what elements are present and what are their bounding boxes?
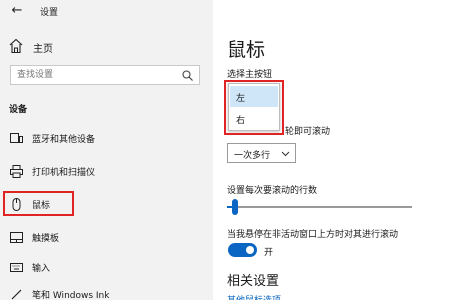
back-arrow-icon: ← [11, 3, 23, 18]
sidebar-item-label: 蓝牙和其他设备 [32, 135, 96, 145]
scroll-mode-dropdown[interactable]: 一次多行 [227, 143, 296, 163]
dropdown-highlight-box [224, 80, 284, 135]
scroll-lines-label: 设置每次要滚动的行数 [227, 186, 318, 196]
sidebar-item-label: 触摸板 [32, 234, 60, 244]
sidebar-item-label: 输入 [32, 264, 51, 274]
inactive-scroll-label: 当我悬停在非活动窗口上方时对其进行滚动 [227, 230, 399, 240]
sidebar-item-bluetooth[interactable]: 蓝牙和其他设备 [0, 127, 213, 151]
bluetooth-devices-icon [10, 133, 23, 143]
sidebar-item-input[interactable]: 输入 [0, 256, 213, 280]
home-label: 主页 [33, 44, 53, 55]
devices-group-heading: 设备 [9, 105, 28, 115]
touchpad-icon [10, 232, 23, 243]
scroll-setting-label: 轮即可滚动 [285, 127, 331, 137]
chevron-down-icon [281, 151, 290, 157]
window-title: 设置 [40, 8, 59, 18]
sidebar-item-touchpad[interactable]: 触摸板 [0, 226, 213, 250]
printer-icon [10, 165, 23, 178]
related-settings-heading: 相关设置 [227, 274, 280, 289]
sidebar-item-pen[interactable]: 笔和 Windows Ink [0, 283, 213, 307]
mouse-highlight-box [3, 191, 74, 216]
sidebar: ← 设置 主页 设备 蓝牙和其他设备 打印机和扫描仪 [0, 0, 213, 301]
toggle-state-label: 开 [264, 248, 274, 258]
pen-icon [11, 289, 22, 300]
search-input[interactable] [17, 69, 167, 81]
inactive-scroll-toggle[interactable] [228, 243, 257, 257]
back-button[interactable]: ← [7, 3, 27, 19]
primary-button-label: 选择主按钮 [227, 70, 273, 80]
sidebar-item-label: 打印机和扫描仪 [32, 168, 96, 178]
search-icon[interactable] [182, 70, 193, 81]
search-box[interactable] [10, 65, 200, 85]
scroll-mode-value: 一次多行 [234, 151, 271, 161]
page-title: 鼠标 [227, 39, 266, 61]
slider-track [227, 206, 412, 208]
slider-thumb[interactable] [232, 199, 238, 215]
related-settings-link[interactable]: 其他鼠标选项 [227, 293, 281, 300]
sidebar-item-printers[interactable]: 打印机和扫描仪 [0, 160, 213, 184]
toggle-knob [246, 246, 254, 254]
sidebar-item-label: 笔和 Windows Ink [32, 291, 110, 301]
home-icon [9, 38, 23, 54]
scroll-lines-slider[interactable] [227, 199, 412, 215]
home-nav-item[interactable]: 主页 [9, 38, 199, 56]
keyboard-icon [10, 263, 23, 272]
